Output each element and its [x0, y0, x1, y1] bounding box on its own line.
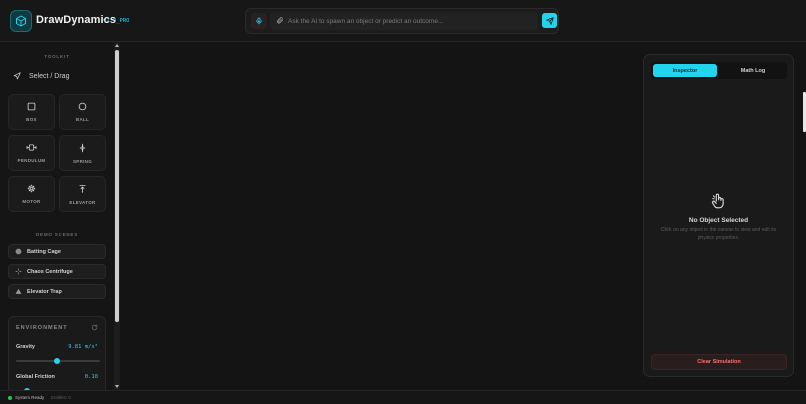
tool-elevator[interactable]: ELEVATOR	[59, 176, 106, 212]
spring-icon	[79, 143, 86, 152]
tab-math-log[interactable]: Math Log	[721, 64, 785, 77]
square-icon	[27, 102, 36, 111]
tool-label: MOTOR	[22, 199, 41, 204]
tool-spring[interactable]: SPRING	[59, 135, 106, 171]
tool-label: SPRING	[72, 158, 93, 164]
mic-icon	[256, 17, 262, 25]
pendulum-icon	[26, 144, 37, 151]
select-drag-label: Select / Drag	[29, 72, 70, 80]
inspector-panel: Inspector Math Log No Object Selected Cl…	[643, 54, 794, 377]
gravity-label: Gravity	[16, 344, 35, 350]
app-root: DrawDynamics v2.0_PRO Ask the AI to spaw…	[0, 0, 806, 404]
elevator-icon	[79, 184, 86, 193]
inspector-tab-bar: Inspector Math Log	[651, 62, 787, 79]
ball-icon	[15, 248, 22, 255]
status-indicator-dot	[8, 396, 12, 400]
tool-pendulum[interactable]: PENDULUM	[8, 135, 55, 171]
cursor-arrow-icon	[13, 72, 21, 80]
mic-button[interactable]	[251, 13, 267, 29]
warning-icon	[15, 288, 22, 294]
scene-chaos-centrifuge[interactable]: Chaos Centrifuge	[8, 264, 106, 279]
empty-state-description: Click on any object in the canvas to vie…	[660, 227, 777, 241]
empty-state-title: No Object Selected	[688, 217, 749, 224]
clear-simulation-button[interactable]: Clear Simulation	[651, 354, 787, 370]
send-button[interactable]	[542, 13, 557, 28]
tab-inspector[interactable]: Inspector	[653, 64, 717, 77]
environment-panel: ENVIRONMENT Gravity 9.81 m/s² Global Fri…	[8, 316, 106, 390]
paperclip-icon[interactable]	[276, 16, 284, 25]
scroll-up-arrow-icon[interactable]	[115, 44, 119, 47]
circle-icon	[78, 102, 87, 111]
entity-count: Entities: 0	[51, 395, 71, 400]
environment-title: ENVIRONMENT	[16, 325, 68, 331]
tool-label: ELEVATOR	[69, 199, 96, 205]
gravity-value: 9.81 m/s²	[68, 344, 98, 350]
tool-motor[interactable]: MOTOR	[8, 176, 55, 212]
spin-icon	[15, 268, 22, 275]
sidebar-toolkit: TOOLKIT Select / Drag BOX BALL PENDULUM …	[0, 42, 114, 390]
friction-label: Global Friction	[16, 374, 55, 380]
scene-batting-cage[interactable]: Batting Cage	[8, 244, 106, 259]
reset-icon[interactable]	[91, 324, 98, 331]
tool-label: BOX	[26, 117, 37, 122]
tool-label: PENDULUM	[17, 158, 46, 163]
scene-label: Elevator Trap	[27, 288, 62, 295]
scroll-down-arrow-icon[interactable]	[115, 385, 119, 388]
scene-label: Batting Cage	[27, 248, 61, 255]
friction-value: 0.10	[84, 374, 98, 380]
tool-box[interactable]: BOX	[8, 94, 55, 130]
header: DrawDynamics v2.0_PRO	[0, 0, 806, 42]
logo-cube-icon	[10, 10, 32, 32]
gear-icon	[27, 184, 36, 193]
pointer-hand-icon	[711, 193, 724, 209]
tool-label: BALL	[75, 117, 90, 122]
gravity-slider-thumb[interactable]	[54, 358, 61, 364]
scene-label: Chaos Centrifuge	[27, 268, 73, 275]
gravity-slider[interactable]	[16, 358, 100, 364]
select-drag-tool[interactable]: Select / Drag	[8, 68, 106, 84]
status-bar: System Ready Entities: 0	[0, 390, 806, 404]
ai-prompt-input[interactable]	[288, 12, 532, 30]
scene-elevator-trap[interactable]: Elevator Trap	[8, 284, 106, 299]
tool-ball[interactable]: BALL	[59, 94, 106, 130]
toolkit-heading: TOOLKIT	[44, 54, 70, 59]
app-version-badge: v2.0_PRO	[103, 18, 130, 24]
ai-input-wrapper	[270, 12, 538, 30]
status-text: System Ready	[15, 395, 45, 400]
demo-scenes-heading: DEMO SCENES	[35, 232, 79, 237]
scroll-thumb[interactable]	[115, 50, 119, 322]
send-icon	[545, 16, 554, 25]
ai-command-bar	[245, 8, 559, 34]
